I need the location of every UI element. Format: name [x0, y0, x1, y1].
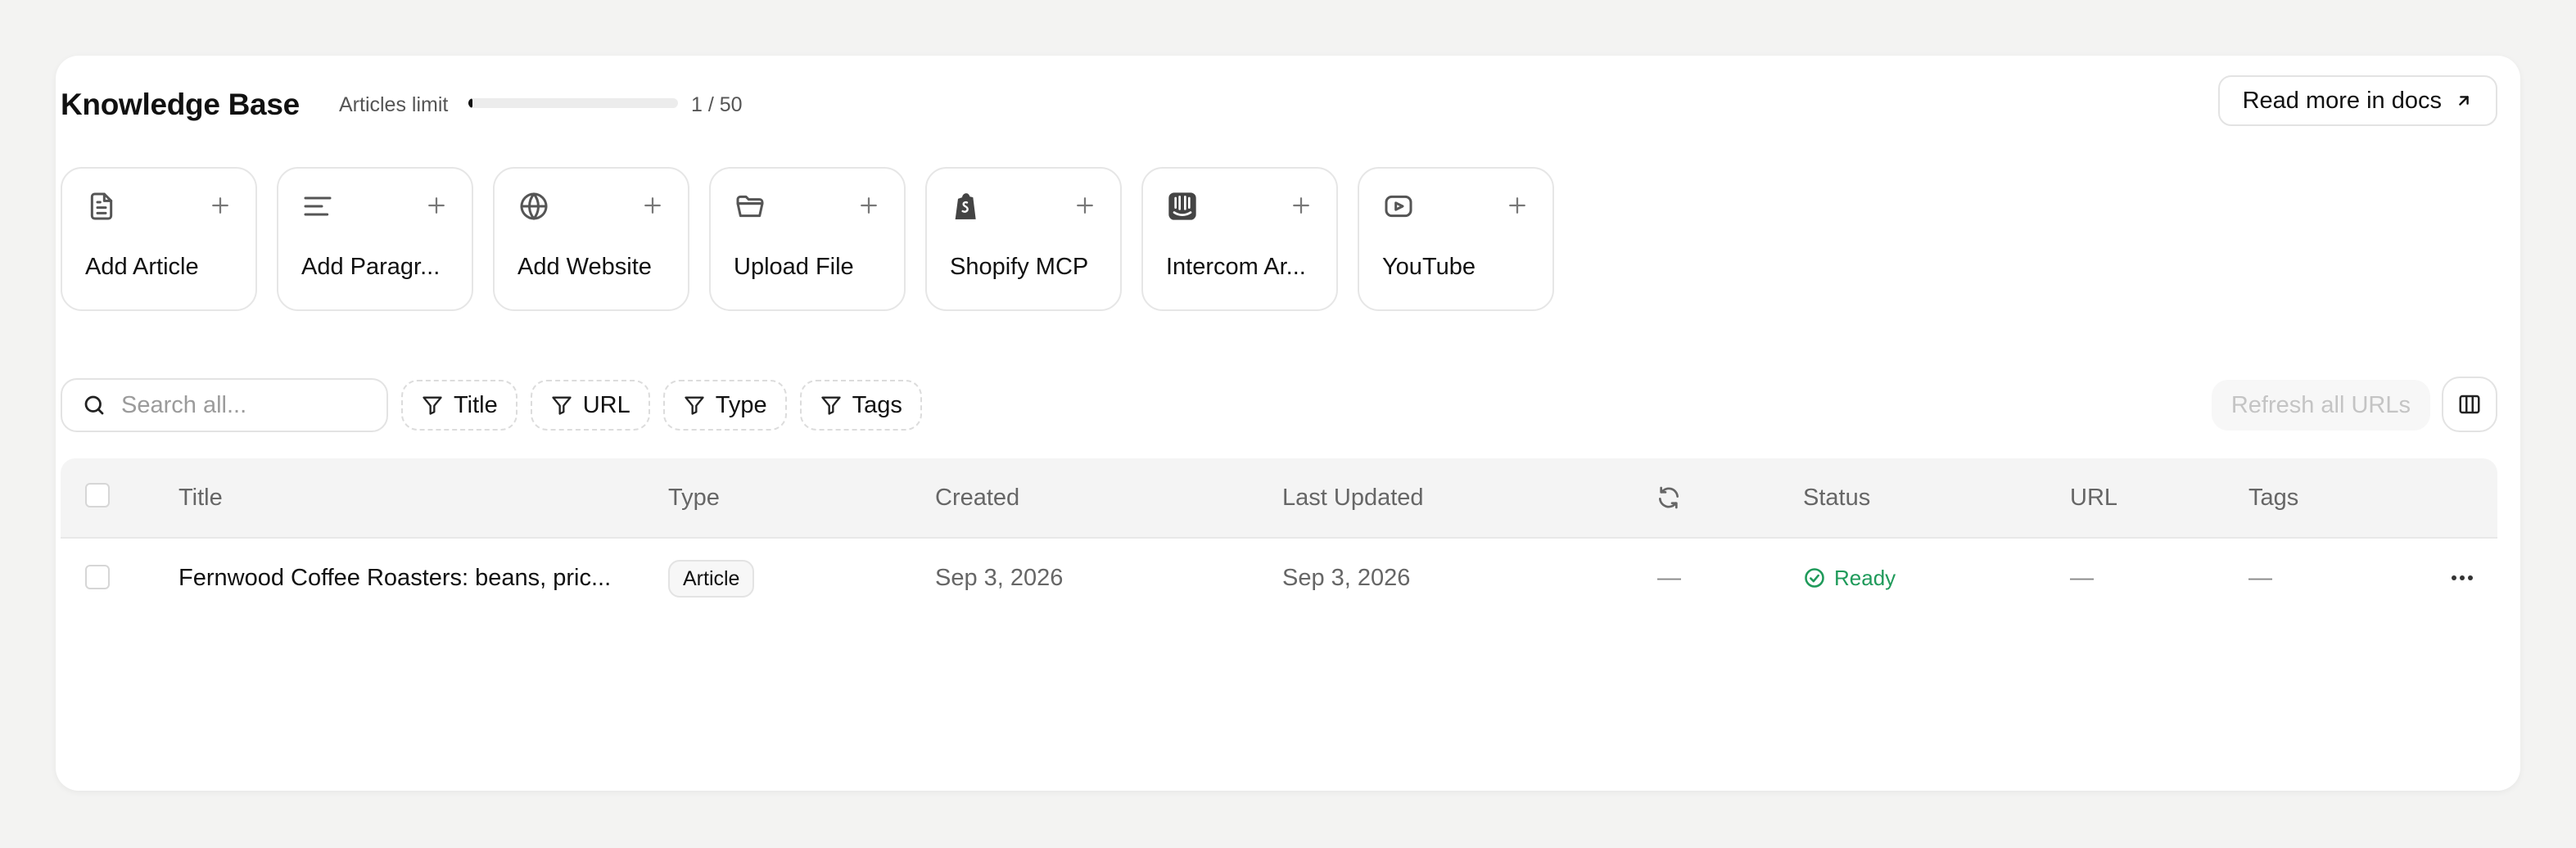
row-last-updated: Sep 3, 2026	[1282, 565, 1411, 591]
search-box	[61, 378, 388, 432]
row-title[interactable]: Fernwood Coffee Roasters: beans, pric...	[179, 539, 611, 617]
articles-limit-progress-fill	[468, 98, 473, 108]
source-label: Add Website	[517, 254, 652, 280]
source-label: Add Paragr...	[301, 254, 441, 280]
search-icon	[84, 395, 104, 415]
row-sync: —	[1657, 565, 1681, 591]
articles-table: Title Type Created Last Updated Status U…	[61, 458, 2497, 617]
filter-icon	[423, 396, 442, 415]
table-toolbar: Title URL Type Tags Refresh all URLs	[61, 377, 2497, 434]
intercom-icon	[1168, 192, 1196, 220]
filter-label: Tags	[852, 391, 902, 418]
plus-icon	[861, 197, 877, 214]
youtube-card[interactable]: YouTube	[1358, 167, 1554, 311]
filter-url-button[interactable]: URL	[530, 380, 650, 431]
columns-icon	[2459, 395, 2480, 414]
paragraph-icon	[304, 196, 332, 216]
row-created: Sep 3, 2026	[935, 565, 1064, 591]
plus-icon	[428, 197, 445, 214]
filter-tags-button[interactable]: Tags	[799, 380, 922, 431]
add-website-card[interactable]: Add Website	[493, 167, 689, 311]
articles-limit-count: 1 / 50	[691, 93, 743, 116]
row-tags: —	[2248, 565, 2272, 591]
row-checkbox[interactable]	[85, 565, 110, 589]
filter-title-button[interactable]: Title	[401, 380, 517, 431]
column-header-title[interactable]: Title	[179, 458, 223, 537]
page-title: Knowledge Base	[61, 88, 300, 121]
check-circle-icon	[1805, 568, 1824, 588]
column-header-type[interactable]: Type	[668, 458, 720, 537]
column-header-created[interactable]: Created	[935, 458, 1019, 537]
articles-limit-label: Articles limit	[339, 93, 449, 116]
read-docs-label: Read more in docs	[2242, 87, 2442, 114]
source-cards: Add Article Add Paragr... Add Website Up…	[61, 167, 1554, 311]
plus-icon	[1293, 197, 1309, 214]
type-badge: Article	[668, 560, 755, 598]
add-paragraph-card[interactable]: Add Paragr...	[277, 167, 473, 311]
filter-icon	[685, 396, 704, 415]
row-url: —	[2070, 565, 2094, 591]
read-docs-button[interactable]: Read more in docs	[2217, 75, 2497, 126]
filter-icon	[820, 396, 841, 415]
column-header-tags[interactable]: Tags	[2248, 458, 2298, 537]
columns-toggle-button[interactable]	[2442, 377, 2497, 432]
plus-icon	[644, 197, 661, 214]
article-icon	[90, 192, 113, 220]
source-label: Shopify MCP	[950, 254, 1089, 280]
table-row[interactable]: Fernwood Coffee Roasters: beans, pric...…	[61, 539, 2497, 617]
status-badge: Ready	[1803, 539, 1896, 617]
arrow-up-right-icon	[2459, 96, 2469, 106]
source-label: Intercom Ar...	[1166, 254, 1306, 280]
filter-chips: Title URL Type Tags	[401, 380, 922, 431]
column-header-status[interactable]: Status	[1803, 458, 1870, 537]
articles-limit-progress	[468, 98, 678, 108]
table-header: Title Type Created Last Updated Status U…	[61, 458, 2497, 539]
refresh-all-urls-button[interactable]: Refresh all URLs	[2211, 380, 2430, 431]
youtube-icon	[1385, 195, 1412, 218]
source-label: Upload File	[734, 254, 854, 280]
plus-icon	[1077, 197, 1093, 214]
filter-type-button[interactable]: Type	[662, 380, 787, 431]
column-header-last-updated[interactable]: Last Updated	[1282, 458, 1424, 537]
plus-icon	[212, 197, 228, 214]
shopify-mcp-card[interactable]: Shopify MCP	[925, 167, 1122, 311]
filter-label: Type	[715, 391, 767, 418]
source-label: Add Article	[85, 254, 199, 280]
sync-icon[interactable]	[1656, 485, 1682, 511]
plus-icon	[1509, 197, 1525, 214]
globe-icon	[520, 192, 548, 220]
add-article-card[interactable]: Add Article	[61, 167, 257, 311]
column-header-url[interactable]: URL	[2070, 458, 2117, 537]
filter-icon	[552, 396, 572, 415]
source-label: YouTube	[1382, 254, 1476, 280]
filter-label: URL	[582, 391, 630, 418]
upload-file-card[interactable]: Upload File	[709, 167, 906, 311]
shopify-icon	[955, 193, 976, 219]
status-label: Ready	[1834, 565, 1896, 590]
more-options-icon[interactable]	[2450, 568, 2474, 588]
knowledge-base-panel: Knowledge Base Articles limit 1 / 50 Rea…	[56, 56, 2520, 791]
filter-label: Title	[454, 391, 498, 418]
select-all-checkbox[interactable]	[85, 483, 110, 507]
intercom-articles-card[interactable]: Intercom Ar...	[1141, 167, 1338, 311]
search-input[interactable]	[120, 390, 368, 420]
folder-icon	[736, 195, 764, 218]
